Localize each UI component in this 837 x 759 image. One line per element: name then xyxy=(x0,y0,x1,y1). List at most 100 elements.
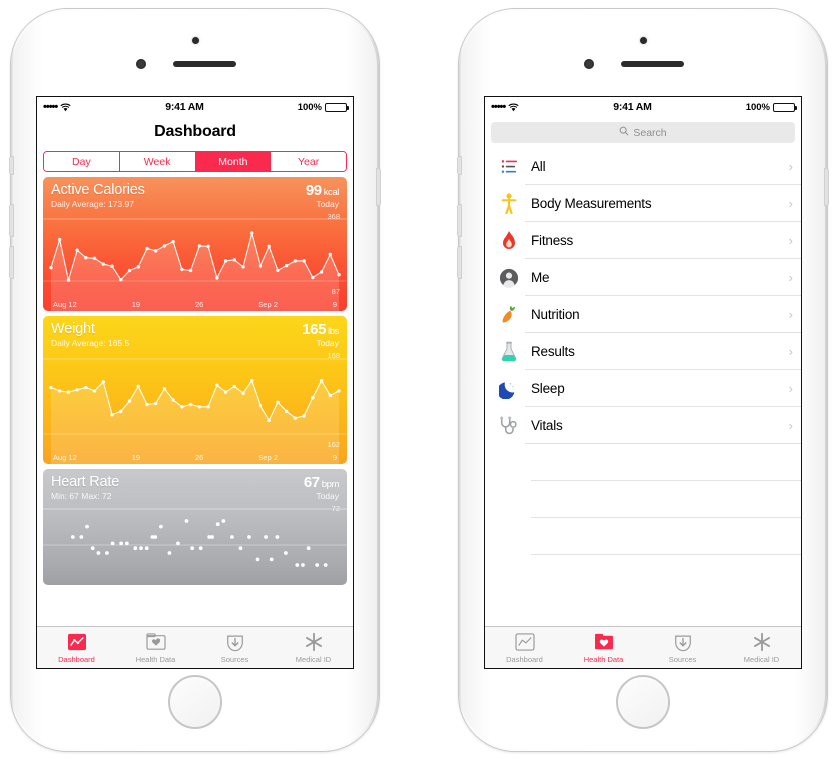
home-button[interactable] xyxy=(168,675,222,729)
chevron-right-icon: › xyxy=(788,307,793,322)
power-button[interactable] xyxy=(825,169,828,205)
sources-download-icon xyxy=(673,631,693,653)
axis-max-label: 72 xyxy=(331,504,340,513)
x-tick: 9 xyxy=(332,453,337,462)
flame-icon xyxy=(493,230,525,252)
person-avatar-icon xyxy=(493,268,525,288)
card-value-number: 67 xyxy=(303,474,320,491)
volume-down-button[interactable] xyxy=(10,247,13,278)
search-placeholder: Search xyxy=(633,126,667,139)
x-tick: Sep 2 xyxy=(258,453,278,462)
tab-sources[interactable]: Sources xyxy=(195,627,274,668)
tab-sources[interactable]: Sources xyxy=(643,627,722,668)
signal-dots-icon: ••••• xyxy=(43,100,58,113)
volume-up-button[interactable] xyxy=(10,205,13,236)
list-bullets-icon xyxy=(493,159,525,174)
status-bar: ••••• 9:41 AM 100% xyxy=(485,97,801,117)
silent-switch-button[interactable] xyxy=(10,157,13,174)
tab-health-data[interactable]: Health Data xyxy=(116,627,195,668)
card-heart-rate[interactable]: Heart Rate Min: 67 Max: 72 67bpm Today xyxy=(43,469,347,585)
list-item-fitness[interactable]: Fitness › xyxy=(485,222,801,259)
axis-min-label: 87 xyxy=(331,287,340,296)
range-segmented-control[interactable]: Day Week Month Year xyxy=(43,151,347,172)
screen-left: ••••• 9:41 AM 100% Dashboard Day Week Mo… xyxy=(36,96,354,669)
segment-year[interactable]: Year xyxy=(271,152,346,171)
home-button[interactable] xyxy=(616,675,670,729)
tab-bar[interactable]: Dashboard Health Data Sources Medical ID xyxy=(37,626,353,668)
segment-day[interactable]: Day xyxy=(44,152,120,171)
chart-svg-heart xyxy=(43,508,347,567)
body-figure-icon xyxy=(493,192,525,215)
list-item-label: All xyxy=(525,148,801,185)
list-item-nutrition[interactable]: Nutrition › xyxy=(485,296,801,333)
chevron-right-icon: › xyxy=(788,270,793,285)
volume-down-button[interactable] xyxy=(458,247,461,278)
tab-label: Medical ID xyxy=(295,655,332,664)
card-title: Heart Rate xyxy=(51,474,120,490)
silent-switch-button[interactable] xyxy=(458,157,461,174)
segment-week[interactable]: Week xyxy=(119,152,196,171)
card-weight[interactable]: Weight Daily Average: 165.5 165 lbs Today xyxy=(43,316,347,464)
axis-x-labels: Aug 12 19 26 Sep 2 9 xyxy=(43,453,347,462)
x-tick: Sep 2 xyxy=(258,300,278,309)
list-item-vitals[interactable]: Vitals › xyxy=(485,407,801,444)
tab-bar[interactable]: Dashboard Health Data Sources Medical ID xyxy=(485,626,801,668)
signal-dots-icon: ••••• xyxy=(491,100,506,113)
earpiece-speaker-icon xyxy=(621,61,684,67)
chart-active-calories: 368 87 Aug 12 19 26 Sep 2 9 xyxy=(43,211,347,311)
proximity-sensor-icon xyxy=(191,37,199,44)
status-clock: 9:41 AM xyxy=(613,101,652,113)
list-empty-row xyxy=(531,481,801,518)
status-left: ••••• xyxy=(491,100,519,113)
list-empty-row xyxy=(531,444,801,481)
card-header: Active Calories Daily Average: 173.97 99… xyxy=(43,177,347,211)
power-button[interactable] xyxy=(377,169,380,205)
tab-medical-id[interactable]: Medical ID xyxy=(274,627,353,668)
list-item-body-measurements[interactable]: Body Measurements › xyxy=(485,185,801,222)
x-tick: 9 xyxy=(332,300,337,309)
health-categories-list: All › Body Measurements › Fitness › Me ›… xyxy=(485,148,801,626)
x-tick: 19 xyxy=(131,453,141,462)
health-data-folder-icon xyxy=(145,631,166,653)
earpiece-speaker-icon xyxy=(173,61,236,67)
dashboard-chart-icon xyxy=(514,631,535,653)
segment-month[interactable]: Month xyxy=(195,152,272,171)
card-timeframe: Today xyxy=(316,338,339,348)
moon-icon xyxy=(493,379,525,399)
tab-label: Sources xyxy=(668,655,697,664)
card-active-calories[interactable]: Active Calories Daily Average: 173.97 99… xyxy=(43,177,347,311)
card-value-unit: bpm xyxy=(321,479,340,490)
tab-health-data[interactable]: Health Data xyxy=(564,627,643,668)
status-right: 100% xyxy=(298,102,349,113)
card-header: Heart Rate Min: 67 Max: 72 67 bpm Today xyxy=(43,469,347,503)
front-camera-icon xyxy=(584,59,594,69)
x-tick: 26 xyxy=(195,300,204,309)
chart-weight: 168 162 Aug 12 19 26 Sep 2 9 xyxy=(43,350,347,464)
list-item-all[interactable]: All › xyxy=(485,148,801,185)
flask-icon xyxy=(493,341,525,363)
chevron-right-icon: › xyxy=(788,159,793,174)
chevron-right-icon: › xyxy=(788,381,793,396)
card-value-unit: kcal xyxy=(323,187,340,198)
volume-up-button[interactable] xyxy=(458,205,461,236)
iphone-device-left: ••••• 9:41 AM 100% Dashboard Day Week Mo… xyxy=(10,9,380,751)
dashboard-chart-icon xyxy=(67,631,87,653)
battery-icon xyxy=(325,102,349,112)
chart-svg-calories xyxy=(43,218,347,311)
tab-medical-id[interactable]: Medical ID xyxy=(722,627,801,668)
tab-dashboard[interactable]: Dashboard xyxy=(485,627,564,668)
list-item-results[interactable]: Results › xyxy=(485,333,801,370)
tab-dashboard[interactable]: Dashboard xyxy=(37,627,116,668)
tab-label: Health Data xyxy=(583,655,624,664)
list-item-sleep[interactable]: Sleep › xyxy=(485,370,801,407)
card-value-block: 99 kcal Today xyxy=(306,182,340,209)
medical-id-asterisk-icon xyxy=(304,631,324,653)
list-item-label: Results xyxy=(525,333,801,370)
chevron-right-icon: › xyxy=(788,344,793,359)
list-item-me[interactable]: Me › xyxy=(485,259,801,296)
list-item-label: Vitals xyxy=(525,407,801,444)
card-title: Weight xyxy=(51,321,95,337)
search-input[interactable]: Search xyxy=(491,122,795,143)
chevron-right-icon: › xyxy=(788,196,793,211)
stethoscope-icon xyxy=(493,415,525,436)
